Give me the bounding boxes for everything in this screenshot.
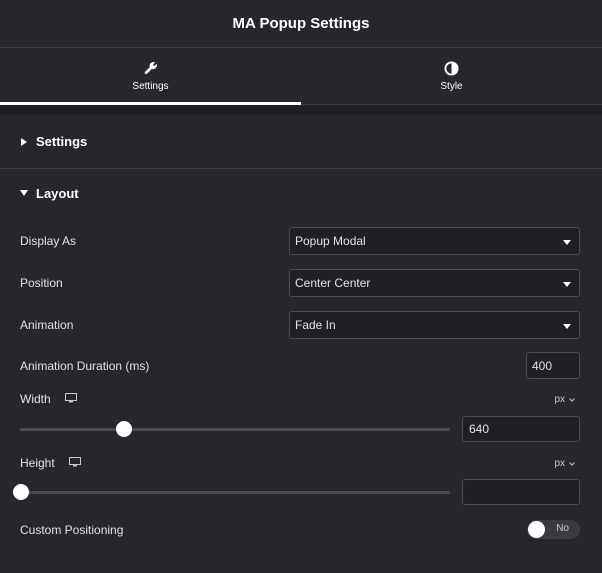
tab-bar: Settings Style <box>0 48 602 105</box>
section-settings-label: Settings <box>36 134 88 149</box>
section-layout-label: Layout <box>36 185 79 201</box>
width-label-group: Width <box>20 392 77 406</box>
caret-right-icon <box>20 137 28 146</box>
panel-title: MA Popup Settings <box>232 15 370 32</box>
height-label-group: Height <box>20 456 81 470</box>
display-as-value: Popup Modal <box>295 234 366 248</box>
tab-settings[interactable]: Settings <box>0 48 301 105</box>
display-as-select[interactable]: Popup Modal <box>289 227 580 255</box>
dropdown-arrow-icon <box>563 232 571 250</box>
animation-row: Animation Fade In <box>20 311 580 339</box>
popup-settings-panel: MA Popup Settings Settings Style Setting… <box>0 0 602 573</box>
width-slider-track[interactable] <box>20 428 450 431</box>
dropdown-arrow-icon <box>563 316 571 334</box>
chevron-down-icon <box>569 394 575 405</box>
desktop-icon[interactable] <box>64 392 77 406</box>
width-input[interactable]: 640 <box>462 416 580 442</box>
half-circle-icon <box>444 60 460 76</box>
caret-down-icon <box>20 189 28 197</box>
animation-value: Fade In <box>295 318 336 332</box>
height-slider-track[interactable] <box>20 491 450 494</box>
height-slider-thumb[interactable] <box>13 484 29 500</box>
section-layout-header[interactable]: Layout <box>0 169 602 217</box>
toggle-knob <box>528 521 545 538</box>
height-label-row: Height px <box>20 456 580 470</box>
chevron-down-icon <box>569 458 575 469</box>
tab-style[interactable]: Style <box>301 48 602 104</box>
tab-style-label: Style <box>440 81 463 92</box>
desktop-icon[interactable] <box>68 456 81 470</box>
custom-positioning-toggle[interactable]: No <box>527 520 580 539</box>
toggle-text: No <box>556 523 569 534</box>
height-unit: px <box>554 457 565 469</box>
animation-duration-row: Animation Duration (ms) 400 <box>20 352 580 379</box>
position-value: Center Center <box>295 276 371 290</box>
width-label: Width <box>20 392 51 406</box>
width-unit: px <box>554 393 565 405</box>
dropdown-arrow-icon <box>563 274 571 292</box>
animation-label: Animation <box>20 318 74 332</box>
display-as-label: Display As <box>20 234 77 248</box>
position-label: Position <box>20 276 63 290</box>
custom-positioning-label: Custom Positioning <box>20 522 124 537</box>
position-row: Position Center Center <box>20 269 580 297</box>
tab-settings-label: Settings <box>132 81 169 92</box>
display-as-row: Display As Popup Modal <box>20 227 580 255</box>
wrench-icon <box>143 60 159 76</box>
animation-select[interactable]: Fade In <box>289 311 580 339</box>
height-label: Height <box>20 456 55 470</box>
width-unit-select[interactable]: px <box>554 394 575 405</box>
height-unit-select[interactable]: px <box>554 458 575 469</box>
height-input[interactable] <box>462 479 580 505</box>
custom-positioning-row: Custom Positioning No <box>20 520 580 539</box>
width-slider-thumb[interactable] <box>116 421 132 437</box>
section-spacer <box>0 105 602 115</box>
animation-duration-input[interactable]: 400 <box>526 352 580 379</box>
animation-duration-label: Animation Duration (ms) <box>20 358 150 373</box>
width-label-row: Width px <box>20 392 580 406</box>
position-select[interactable]: Center Center <box>289 269 580 297</box>
panel-header: MA Popup Settings <box>0 0 602 48</box>
section-settings-header[interactable]: Settings <box>0 115 602 169</box>
